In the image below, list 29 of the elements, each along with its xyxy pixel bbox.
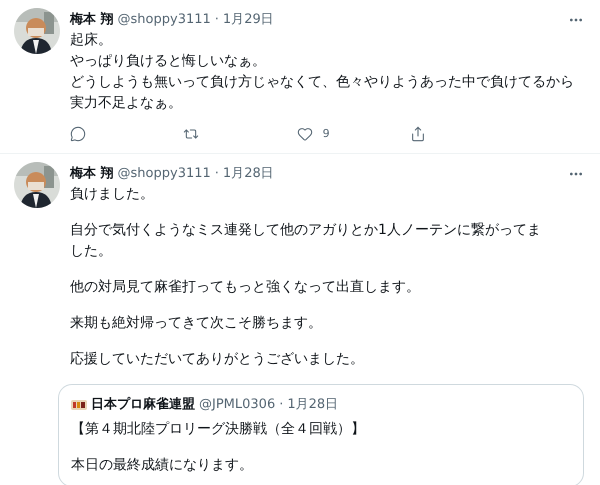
heart-icon[interactable] — [296, 126, 313, 142]
tweet-text: どうしようも無いって負け方じゃなくて、色々やりようあった中で負けてるから — [70, 73, 575, 92]
like-count: 9 — [322, 126, 330, 142]
tweet-text: 自分で気付くようなミス連発して他のアガりとか1人ノーテンに繋がってました。 — [70, 220, 542, 260]
tweet-text: 負けました。 — [70, 184, 155, 204]
tweet-text: 応援していただいてありがとうございました。 — [70, 350, 365, 368]
user-name[interactable]: 梅本 翔 — [70, 10, 114, 30]
tweet-date[interactable]: 1月29日 — [222, 10, 274, 30]
separator-dot: · — [279, 396, 284, 414]
tweet-text: 他の対局見て麻雀打ってもっと強くなって出直します。 — [70, 278, 421, 296]
user-handle: @shoppy3111 — [118, 164, 211, 183]
user-name[interactable]: 梅本 翔 — [70, 164, 114, 184]
tweet-text: やっぱり負けると悔しいなぁ。 — [70, 52, 267, 71]
user-handle: @shoppy3111 — [118, 11, 211, 30]
separator-dot: · — [214, 164, 219, 183]
tweet-date[interactable]: 1月28日 — [287, 394, 338, 414]
user-handle: @JPML0306 — [199, 396, 276, 414]
logo-icon — [71, 398, 87, 410]
separator-dot: · — [214, 11, 219, 30]
tweet-text: 本日の最終成績になります。 — [71, 456, 254, 474]
tweet-date[interactable]: 1月28日 — [222, 164, 274, 184]
tweet-text: 起床。 — [70, 31, 113, 50]
tweet-text: 【第４期北陸プロリーグ決勝戦（全４回戦）】 — [71, 420, 366, 438]
quoted-tweet[interactable]: 日本プロ麻雀連盟 @JPML0306 · 1月28日 【第４期北陸プロリーグ決勝戦（全４回戦）】 本日の最終成績になります。 — [58, 384, 584, 485]
user-name[interactable]: 日本プロ麻雀連盟 — [91, 394, 195, 414]
tweet-text: 実力不足よなぁ。 — [70, 94, 183, 113]
share-icon[interactable] — [410, 126, 426, 142]
tweet-text: 来期も絶対帰ってきて次こそ勝ちます。 — [70, 314, 323, 332]
reply-icon[interactable] — [70, 126, 86, 142]
